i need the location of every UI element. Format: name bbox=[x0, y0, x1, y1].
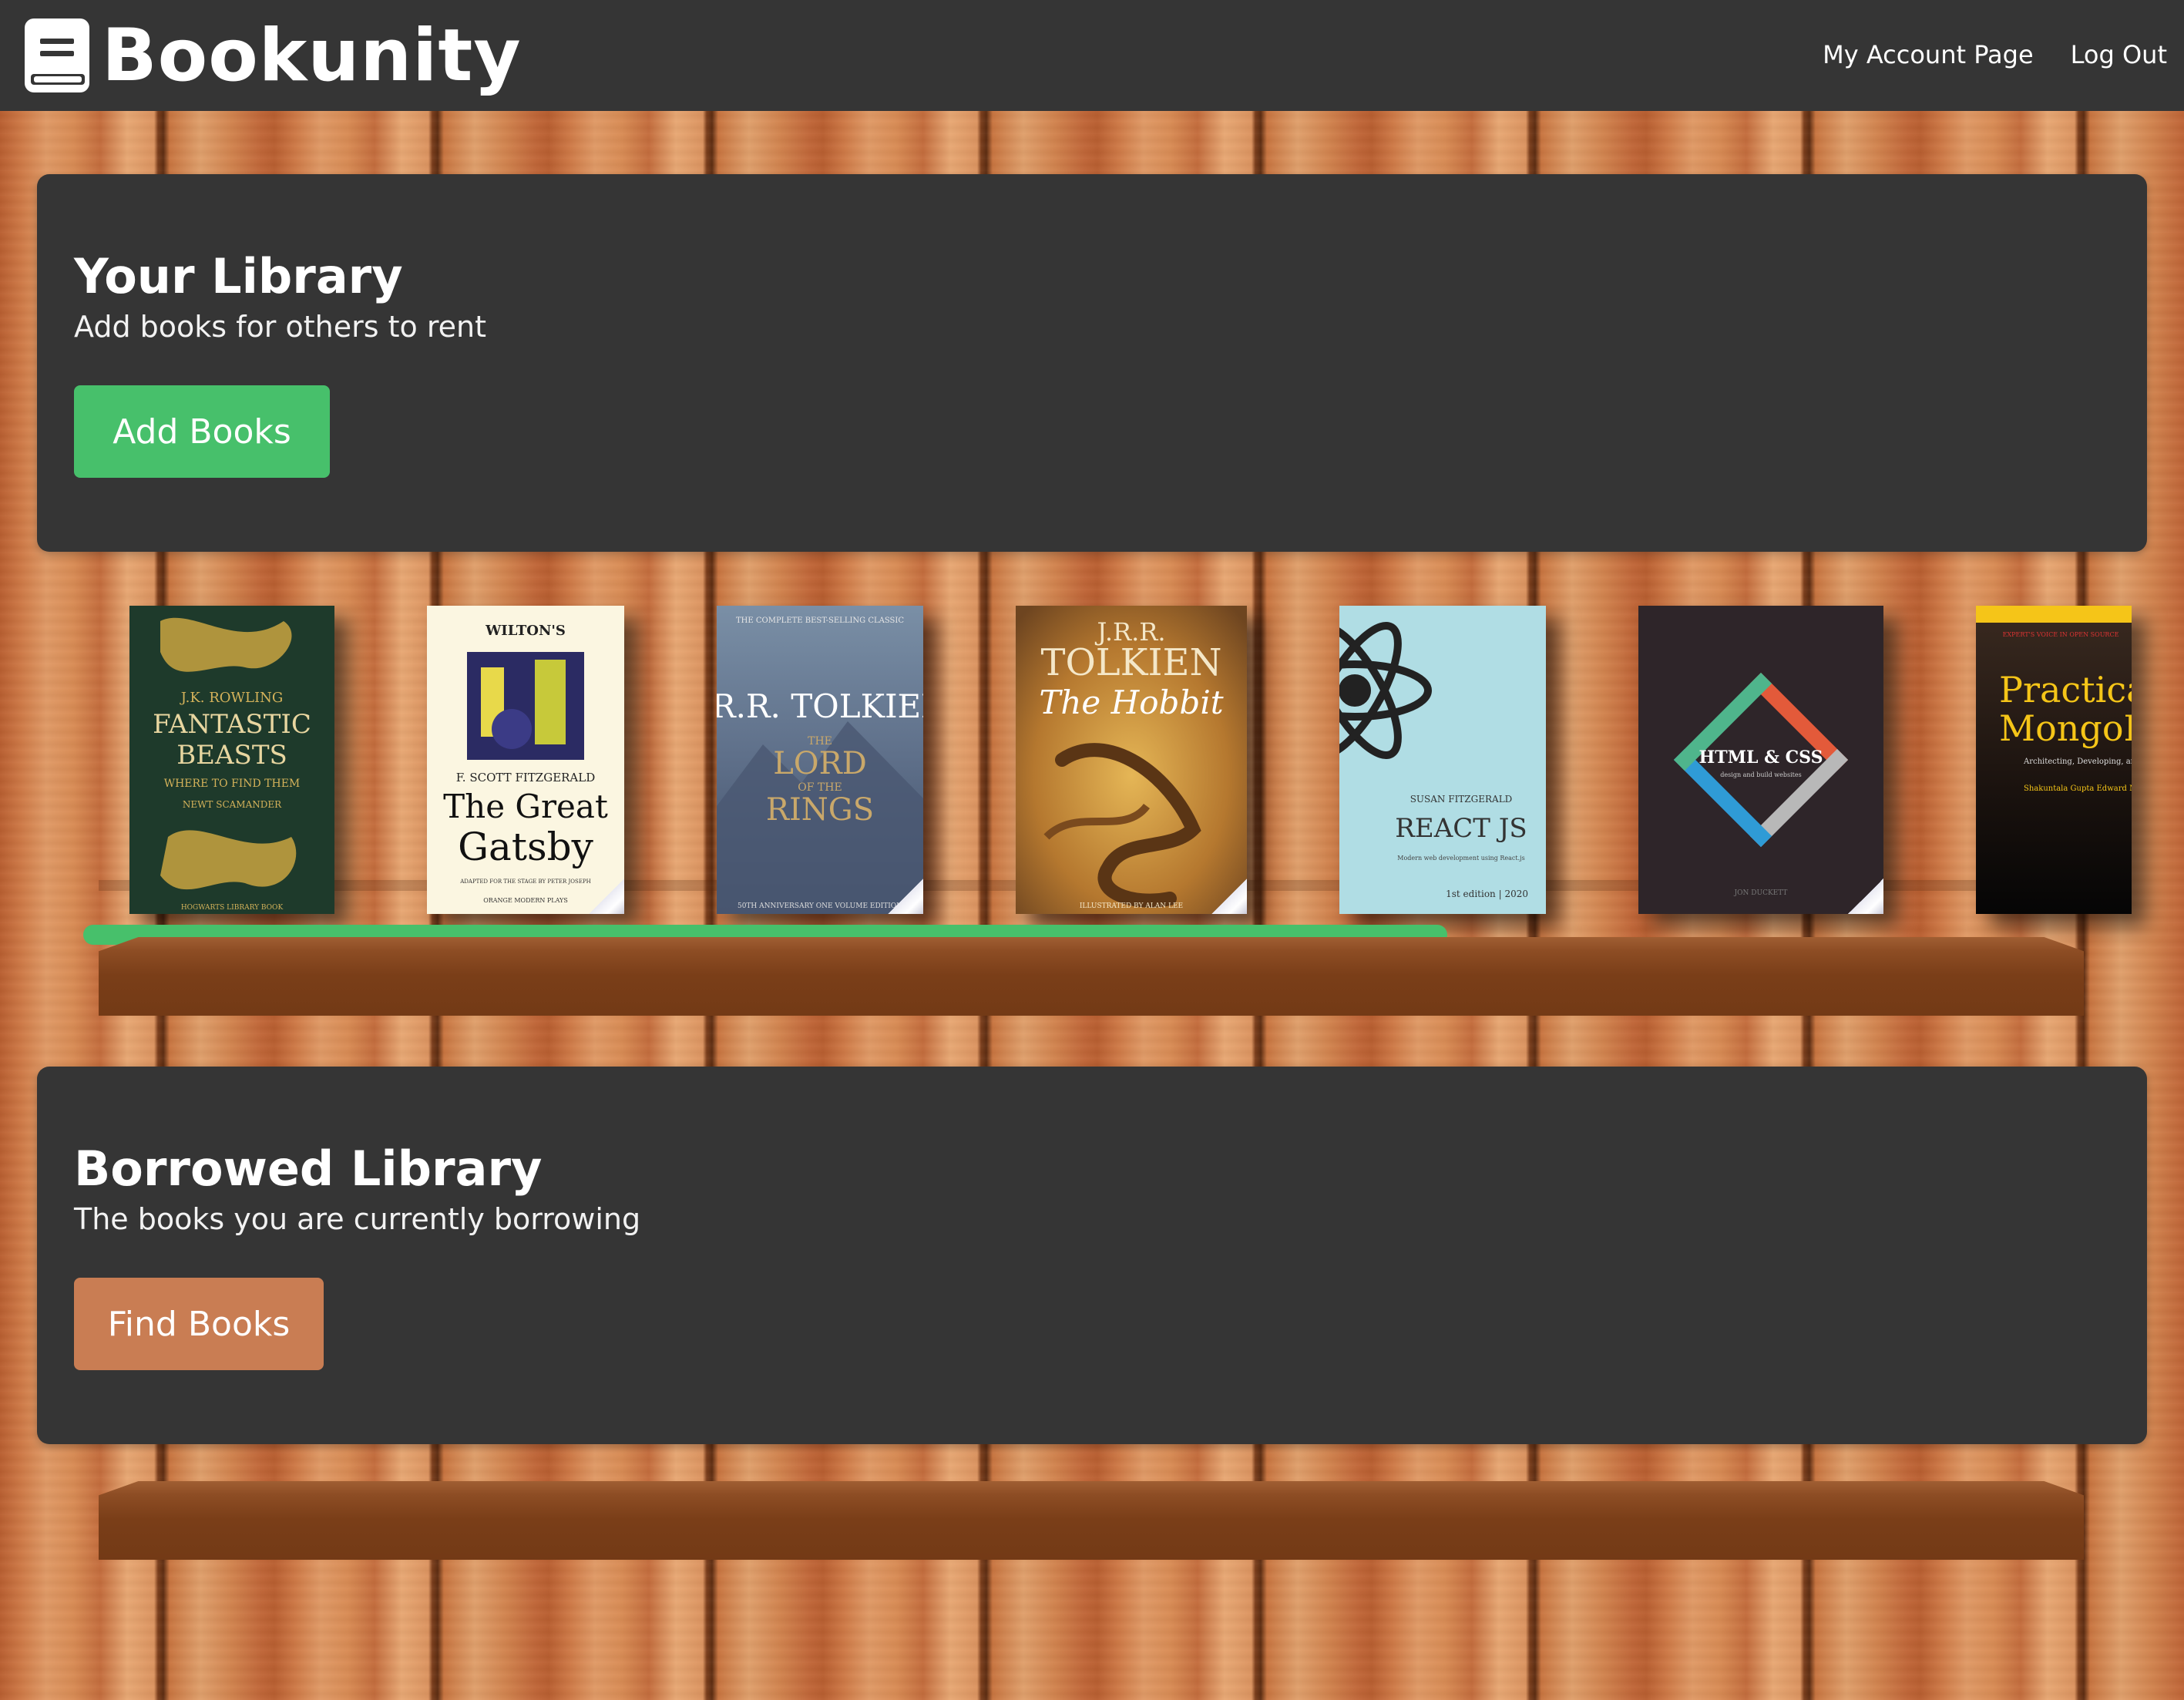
your-library-card: Your Library Add books for others to ren… bbox=[37, 174, 2147, 552]
book-title: HTML & CSS bbox=[1699, 748, 1823, 768]
your-library-subtitle: Add books for others to rent bbox=[74, 310, 486, 344]
book-footer: HOGWARTS LIBRARY BOOK bbox=[181, 904, 284, 912]
book-header: THE COMPLETE BEST-SELLING CLASSIC bbox=[736, 617, 904, 625]
book-title: REACT JS bbox=[1395, 813, 1527, 844]
book-author: JON DUCKETT bbox=[1734, 889, 1788, 897]
add-books-button[interactable]: Add Books bbox=[74, 385, 330, 478]
book-footer: 50TH ANNIVERSARY ONE VOLUME EDITION bbox=[738, 902, 902, 910]
book-title-line: MongoDB bbox=[1999, 707, 2132, 749]
book-fantastic-beasts[interactable]: J.K. ROWLING FANTASTIC BEASTS WHERE TO F… bbox=[129, 606, 334, 914]
page-curl bbox=[1848, 879, 1883, 914]
book-cover: WILTON'S F. SCOTT FITZGERALD The Great G… bbox=[427, 606, 624, 914]
book-tagline: ADAPTED FOR THE STAGE BY PETER JOSEPH bbox=[459, 879, 591, 885]
bookshelf bbox=[99, 937, 2084, 1016]
book-icon bbox=[25, 18, 89, 92]
book-author-line: TOLKIEN bbox=[1040, 641, 1221, 684]
book-cover: J.R.R. TOLKIEN The Hobbit ILLUSTRATED BY… bbox=[1016, 606, 1247, 914]
brand[interactable]: Bookunity bbox=[23, 13, 522, 98]
book-cover: EXPERT'S VOICE IN OPEN SOURCE Practical … bbox=[1976, 606, 2132, 914]
book-title-line: Gatsby bbox=[458, 825, 594, 869]
book-title-line: LORD bbox=[773, 746, 867, 781]
my-account-link[interactable]: My Account Page bbox=[1823, 40, 2034, 69]
book-react-js[interactable]: SUSAN FITZGERALD REACT JS Modern web dev… bbox=[1339, 606, 1546, 914]
book-author: SUSAN FITZGERALD bbox=[1410, 794, 1513, 805]
book-author: J.R.R. TOLKIEN bbox=[717, 687, 923, 725]
book-tagline: Modern web development using React.js bbox=[1397, 855, 1524, 862]
borrowed-library-title: Borrowed Library bbox=[74, 1141, 543, 1197]
page-curl bbox=[888, 879, 923, 914]
find-books-button[interactable]: Find Books bbox=[74, 1278, 324, 1370]
book-header: EXPERT'S VOICE IN OPEN SOURCE bbox=[2003, 631, 2119, 638]
book-author: F. SCOTT FITZGERALD bbox=[456, 771, 596, 784]
book-footer: ILLUSTRATED BY ALAN LEE bbox=[1080, 902, 1183, 910]
book-great-gatsby[interactable]: WILTON'S F. SCOTT FITZGERALD The Great G… bbox=[427, 606, 624, 914]
book-title-line: BEASTS bbox=[176, 740, 287, 771]
borrowed-library-subtitle: The books you are currently borrowing bbox=[74, 1202, 641, 1236]
navbar: Bookunity My Account Page Log Out bbox=[0, 0, 2184, 111]
book-title-line: RINGS bbox=[766, 792, 874, 828]
book-cover: J.K. ROWLING FANTASTIC BEASTS WHERE TO F… bbox=[129, 606, 334, 914]
book-author: J.K. ROWLING bbox=[180, 690, 283, 706]
book-publisher: WILTON'S bbox=[485, 623, 566, 639]
book-practical-mongodb[interactable]: EXPERT'S VOICE IN OPEN SOURCE Practical … bbox=[1976, 606, 2132, 914]
book-authors: Shakuntala Gupta Edward Navin Sabharwal bbox=[2024, 784, 2132, 793]
bookshelf bbox=[99, 1481, 2084, 1560]
your-library-title: Your Library bbox=[74, 248, 403, 304]
book-title: The Hobbit bbox=[1039, 684, 1223, 721]
borrowed-library-card: Borrowed Library The books you are curre… bbox=[37, 1067, 2147, 1444]
book-lord-of-the-rings[interactable]: THE COMPLETE BEST-SELLING CLASSIC J.R.R.… bbox=[717, 606, 923, 914]
book-cover: HTML & CSS design and build websites JON… bbox=[1638, 606, 1883, 914]
book-tagline: Architecting, Developing, and Administer… bbox=[2023, 758, 2132, 766]
book-tagline: WHERE TO FIND THEM bbox=[164, 778, 301, 790]
book-html-css[interactable]: HTML & CSS design and build websites JON… bbox=[1638, 606, 1883, 914]
book-title-line: Practical bbox=[1999, 669, 2132, 711]
book-cover: THE COMPLETE BEST-SELLING CLASSIC J.R.R.… bbox=[717, 606, 923, 914]
log-out-link[interactable]: Log Out bbox=[2071, 40, 2167, 69]
book-edition: 1st edition | 2020 bbox=[1446, 889, 1528, 899]
brand-name: Bookunity bbox=[102, 13, 522, 98]
book-footer: ORANGE MODERN PLAYS bbox=[483, 897, 568, 904]
nav-links: My Account Page Log Out bbox=[1823, 40, 2167, 69]
page-curl bbox=[1211, 879, 1247, 914]
book-byline: NEWT SCAMANDER bbox=[183, 799, 282, 810]
page-curl bbox=[589, 879, 624, 914]
book-the-hobbit[interactable]: J.R.R. TOLKIEN The Hobbit ILLUSTRATED BY… bbox=[1016, 606, 1247, 914]
book-cover: SUSAN FITZGERALD REACT JS Modern web dev… bbox=[1339, 606, 1546, 914]
book-title-line: The Great bbox=[443, 788, 608, 825]
book-tagline: design and build websites bbox=[1720, 771, 1801, 778]
book-title-line: FANTASTIC bbox=[153, 709, 311, 740]
